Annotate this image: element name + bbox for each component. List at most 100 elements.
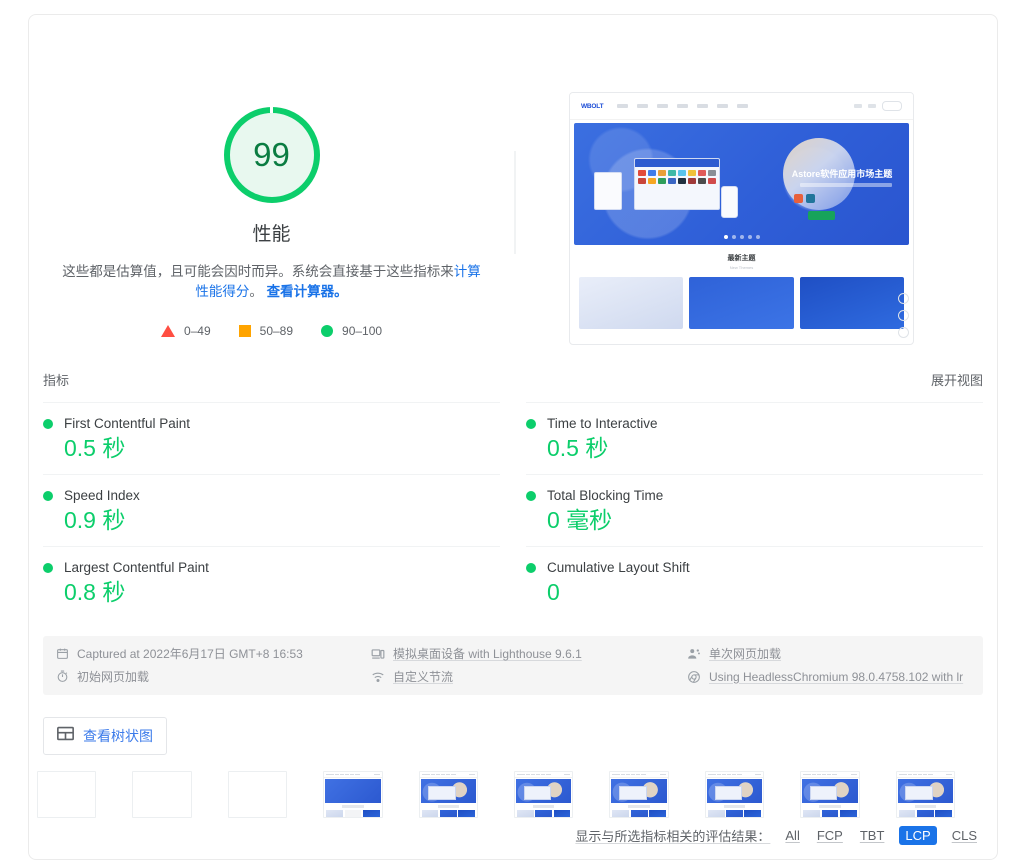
- filter-chip-lcp[interactable]: LCP: [899, 826, 936, 845]
- filmstrip-frame[interactable]: [323, 771, 382, 818]
- filter-chip-tbt[interactable]: TBT: [858, 827, 887, 844]
- filmstrip-frame[interactable]: [37, 771, 96, 818]
- metric-status-circle-icon: [526, 563, 536, 573]
- view-calculator-link[interactable]: 查看计算器。: [267, 284, 348, 299]
- triangle-swatch-icon: [161, 325, 175, 337]
- metrics-grid: First Contentful Paint 0.5 秒 Time to Int…: [29, 402, 997, 618]
- env-user-agent: Using HeadlessChromium 98.0.4758.102 wit…: [687, 668, 971, 685]
- legend-item-average: 50–89: [239, 324, 293, 338]
- lighthouse-report-card: 99 性能 这些都是估算值，且可能会因时而异。系统会直接基于这些指标来计算性能得…: [28, 14, 998, 860]
- gauge-score-value: 99: [224, 107, 320, 203]
- metric-value: 0.5 秒: [547, 434, 983, 462]
- env-emulated-device: 模拟桌面设备 with Lighthouse 9.6.1: [371, 645, 687, 662]
- hero-tablet-decor: [594, 172, 622, 210]
- view-treemap-button[interactable]: 查看树状图: [43, 717, 167, 755]
- metric-status-circle-icon: [43, 491, 53, 501]
- metric-first-contentful-paint[interactable]: First Contentful Paint 0.5 秒: [43, 402, 500, 474]
- gauge-category-title: 性能: [29, 219, 514, 246]
- mini-nav-items: [617, 104, 748, 108]
- metric-cumulative-layout-shift[interactable]: Cumulative Layout Shift 0: [526, 546, 983, 618]
- metric-value: 0.5 秒: [64, 434, 500, 462]
- metric-largest-contentful-paint[interactable]: Largest Contentful Paint 0.8 秒: [43, 546, 500, 618]
- metric-name: Cumulative Layout Shift: [547, 560, 690, 575]
- audit-filter-label: 显示与所选指标相关的评估结果：: [575, 826, 770, 845]
- env-emulated-device-text: 模拟桌面设备 with Lighthouse 9.6.1: [393, 645, 582, 662]
- metric-speed-index[interactable]: Speed Index 0.9 秒: [43, 474, 500, 546]
- filmstrip-frame[interactable]: [514, 771, 573, 818]
- mini-side-rail: [898, 293, 909, 338]
- final-screenshot-column: WBOLT: [569, 92, 914, 345]
- metric-total-blocking-time[interactable]: Total Blocking Time 0 毫秒: [526, 474, 983, 546]
- user-icon: [687, 647, 701, 661]
- environment-info-block: Captured at 2022年6月17日 GMT+8 16:53 模拟桌面设…: [43, 636, 983, 695]
- filter-chip-all[interactable]: All: [783, 827, 801, 844]
- env-single-page-load: 单次网页加载: [687, 645, 971, 662]
- filmstrip-frame[interactable]: [705, 771, 764, 818]
- legend-item-pass: 90–100: [321, 324, 382, 338]
- metric-name: Speed Index: [64, 488, 140, 503]
- screenshot-filmstrip: [29, 755, 997, 818]
- audit-filter-row: 显示与所选指标相关的评估结果： All FCP TBT LCP CLS: [575, 826, 979, 845]
- mini-nav-right: [854, 101, 902, 111]
- expand-view-toggle[interactable]: 展开视图: [931, 370, 983, 389]
- gauge-description-mid: 。: [249, 284, 266, 299]
- circle-swatch-icon: [321, 325, 333, 337]
- filmstrip-frame[interactable]: [419, 771, 478, 818]
- score-and-screenshot-section: 99 性能 这些都是估算值，且可能会因时而异。系统会直接基于这些指标来计算性能得…: [29, 15, 997, 370]
- mini-theme-cards: [570, 270, 913, 329]
- filter-chip-fcp[interactable]: FCP: [815, 827, 845, 844]
- filmstrip-frame[interactable]: [609, 771, 668, 818]
- env-captured-at: Captured at 2022年6月17日 GMT+8 16:53: [55, 645, 371, 662]
- throttling-icon: [371, 670, 385, 684]
- performance-gauge[interactable]: 99: [224, 107, 320, 203]
- env-user-agent-text: Using HeadlessChromium 98.0.4758.102 wit…: [709, 670, 963, 684]
- env-initial-page-load: 初始网页加载: [55, 668, 371, 685]
- hero-monitor-decor: [634, 158, 720, 210]
- mini-site-logo: WBOLT: [581, 103, 603, 110]
- metric-value: 0 毫秒: [547, 506, 983, 534]
- env-single-page-load-text: 单次网页加载: [709, 645, 781, 662]
- legend-range-average: 50–89: [260, 324, 293, 338]
- device-icon: [371, 647, 385, 661]
- env-initial-page-load-text: 初始网页加载: [77, 668, 149, 685]
- hero-subline-decor: [800, 183, 892, 187]
- filmstrip-frame[interactable]: [132, 771, 191, 818]
- filmstrip-frame[interactable]: [896, 771, 955, 818]
- final-screenshot-thumbnail[interactable]: WBOLT: [569, 92, 914, 345]
- legend-item-fail: 0–49: [161, 324, 211, 338]
- legend-range-fail: 0–49: [184, 324, 211, 338]
- mini-hero-banner: Astore软件应用市场主题: [574, 123, 909, 245]
- chrome-icon: [687, 670, 701, 684]
- env-throttling: 自定义节流: [371, 668, 687, 685]
- hero-phone-decor: [721, 186, 738, 218]
- hero-cta-decor: [808, 211, 835, 220]
- gauge-description: 这些都是估算值，且可能会因时而异。系统会直接基于这些指标来计算性能得分。 查看计…: [57, 262, 487, 302]
- filmstrip-frame[interactable]: [228, 771, 287, 818]
- metric-name: First Contentful Paint: [64, 416, 190, 431]
- metric-value: 0.9 秒: [64, 506, 500, 534]
- metric-status-circle-icon: [43, 419, 53, 429]
- mini-site-nav: WBOLT: [570, 93, 913, 120]
- metric-name: Time to Interactive: [547, 416, 658, 431]
- mini-theme-card: [579, 277, 683, 329]
- mini-theme-card: [800, 277, 904, 329]
- filter-chip-cls[interactable]: CLS: [950, 827, 979, 844]
- view-treemap-label: 查看树状图: [83, 726, 153, 746]
- calendar-icon: [55, 647, 69, 661]
- metric-status-circle-icon: [526, 419, 536, 429]
- legend-range-pass: 90–100: [342, 324, 382, 338]
- score-legend: 0–49 50–89 90–100: [29, 324, 514, 338]
- metric-status-circle-icon: [43, 563, 53, 573]
- mini-section-title: 最新主题: [570, 253, 913, 263]
- metric-value: 0: [547, 578, 983, 606]
- gauge-description-lead: 这些都是估算值，且可能会因时而异。系统会直接基于这些指标来: [62, 264, 454, 279]
- hero-badges-decor: [794, 194, 815, 203]
- metric-time-to-interactive[interactable]: Time to Interactive 0.5 秒: [526, 402, 983, 474]
- treemap-icon: [57, 726, 74, 746]
- metrics-heading: 指标: [43, 370, 69, 389]
- performance-score-column: 99 性能 这些都是估算值，且可能会因时而异。系统会直接基于这些指标来计算性能得…: [29, 15, 514, 338]
- metric-status-circle-icon: [526, 491, 536, 501]
- filmstrip-frame[interactable]: [800, 771, 859, 818]
- hero-headline: Astore软件应用市场主题: [792, 167, 893, 180]
- metric-name: Total Blocking Time: [547, 488, 663, 503]
